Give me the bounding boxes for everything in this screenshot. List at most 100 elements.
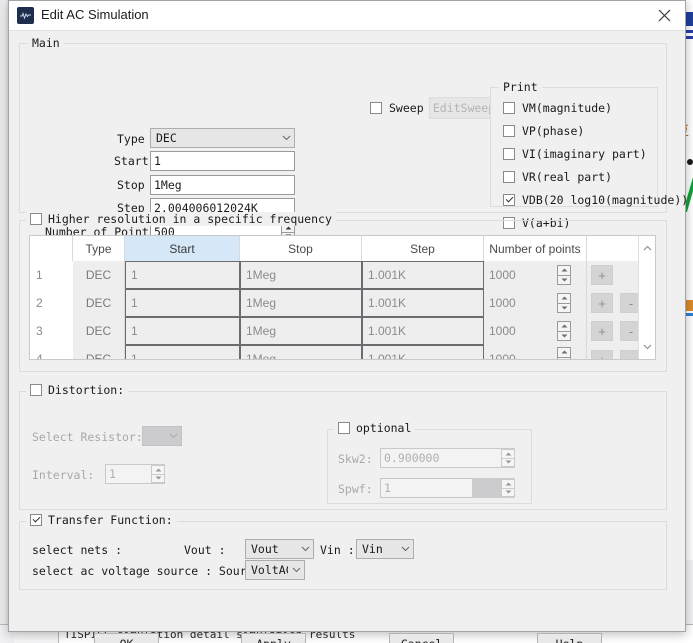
print-option-vr[interactable]: VR(real part): [503, 170, 612, 184]
print-option-vm-label: VM(magnitude): [522, 101, 613, 115]
dialog-body: Main Sweep EditSweep Type DEC Start 1 St…: [9, 31, 688, 643]
print-option-vdb-label: VDB(20 log10(magnitude)): [522, 193, 689, 207]
table-row[interactable]: 3 DEC 1 1Meg 1.001K 1000 + -: [30, 317, 655, 345]
row-start-input[interactable]: 1: [125, 345, 240, 359]
row-add-button[interactable]: +: [591, 321, 613, 341]
row-stop-input[interactable]: 1Meg: [240, 345, 362, 359]
stepper-down-icon: [151, 474, 165, 483]
optional-checkbox[interactable]: optional: [334, 421, 416, 435]
row-add-button[interactable]: +: [591, 265, 613, 285]
optional-checkbox-box[interactable]: [338, 422, 350, 434]
type-combo-value: DEC: [156, 131, 177, 145]
stepper-down-icon[interactable]: [557, 331, 571, 341]
close-icon[interactable]: [643, 1, 685, 30]
scroll-up-icon[interactable]: [639, 240, 655, 256]
row-points-input[interactable]: 1000: [484, 289, 587, 317]
table-row[interactable]: 4 DEC 1 1Meg 1.001K 1000 + -: [30, 345, 655, 359]
higher-resolution-group: Higher resolution in a specific frequenc…: [19, 212, 667, 372]
print-option-vp[interactable]: VP(phase): [503, 124, 584, 138]
help-button[interactable]: Help: [537, 633, 602, 643]
table-header-step[interactable]: Step: [362, 236, 484, 261]
vout-combo[interactable]: Vout: [245, 539, 314, 559]
print-option-vm-box[interactable]: [503, 102, 515, 114]
transfer-function-checkbox[interactable]: Transfer Function:: [26, 513, 177, 527]
row-start-input[interactable]: 1: [125, 317, 240, 345]
row-add-button[interactable]: +: [591, 350, 613, 359]
print-option-vp-box[interactable]: [503, 125, 515, 137]
row-start-input[interactable]: 1: [125, 261, 240, 289]
row-points-stepper[interactable]: [557, 265, 571, 285]
stepper-down-icon[interactable]: [557, 275, 571, 285]
chevron-down-icon: [278, 135, 294, 141]
cancel-button[interactable]: Cancel: [389, 633, 454, 643]
ok-button[interactable]: OK: [94, 633, 159, 643]
print-option-vm[interactable]: VM(magnitude): [503, 101, 612, 115]
stepper-up-icon[interactable]: [557, 293, 571, 304]
chevron-down-icon: [397, 546, 413, 552]
row-step-input[interactable]: 1.001K: [362, 317, 484, 345]
table-row[interactable]: 2 DEC 1 1Meg 1.001K 1000 + -: [30, 289, 655, 317]
transfer-function-label: Transfer Function:: [48, 513, 173, 527]
stepper-up-icon[interactable]: [557, 265, 571, 276]
print-option-vi-box[interactable]: [503, 148, 515, 160]
stepper-down-icon: [501, 458, 515, 467]
scroll-down-icon[interactable]: [639, 339, 655, 355]
stop-input[interactable]: 1Meg: [150, 175, 295, 195]
row-type[interactable]: DEC: [73, 317, 125, 345]
transfer-function-checkbox-box[interactable]: [30, 514, 42, 526]
select-resistor-combo: [142, 426, 182, 446]
table-header-type[interactable]: Type: [73, 236, 125, 261]
print-option-vi[interactable]: VI(imaginary part): [503, 147, 647, 161]
skw2-label: Skw2:: [338, 452, 373, 466]
stepper-down-icon: [501, 488, 515, 497]
stepper-up-icon[interactable]: [557, 321, 571, 332]
table-header-start[interactable]: Start: [125, 236, 240, 261]
row-points-stepper[interactable]: [557, 293, 571, 313]
row-stop-input[interactable]: 1Meg: [240, 261, 362, 289]
type-combo[interactable]: DEC: [150, 128, 295, 148]
row-stop-input[interactable]: 1Meg: [240, 289, 362, 317]
stepper-down-icon[interactable]: [557, 357, 571, 359]
waveform-icon: [17, 7, 34, 24]
table-header-points[interactable]: Number of points: [484, 236, 587, 261]
edit-ac-simulation-dialog: Edit AC Simulation Main Sweep EditSweep: [8, 0, 688, 643]
vin-combo[interactable]: Vin: [356, 539, 414, 559]
higher-resolution-checkbox[interactable]: Higher resolution in a specific frequenc…: [26, 212, 336, 226]
distortion-label: Distortion:: [48, 383, 125, 397]
row-index: 1: [30, 261, 73, 289]
row-points-stepper[interactable]: [557, 347, 571, 359]
sweep-checkbox[interactable]: Sweep: [370, 101, 424, 115]
skw2-stepper: [501, 449, 515, 467]
stepper-up-icon[interactable]: [557, 347, 571, 358]
row-type[interactable]: DEC: [73, 289, 125, 317]
distortion-checkbox-box[interactable]: [30, 384, 42, 396]
row-type[interactable]: DEC: [73, 261, 125, 289]
table-header-stop[interactable]: Stop: [240, 236, 362, 261]
row-start-input[interactable]: 1: [125, 289, 240, 317]
row-points-input[interactable]: 1000: [484, 345, 587, 359]
source-combo[interactable]: VoltAC_1: [245, 560, 305, 580]
row-points-input[interactable]: 1000: [484, 261, 587, 289]
table-row[interactable]: 1 DEC 1 1Meg 1.001K 1000 +: [30, 261, 655, 289]
row-points-input[interactable]: 1000: [484, 317, 587, 345]
distortion-checkbox[interactable]: Distortion:: [26, 383, 129, 397]
row-step-input[interactable]: 1.001K: [362, 289, 484, 317]
row-points-stepper[interactable]: [557, 321, 571, 341]
sweep-checkbox-box[interactable]: [370, 102, 382, 114]
stepper-down-icon[interactable]: [557, 303, 571, 313]
row-step-input[interactable]: 1.001K: [362, 261, 484, 289]
main-group-legend: Main: [28, 36, 64, 50]
row-type[interactable]: DEC: [73, 345, 125, 359]
row-step-input[interactable]: 1.001K: [362, 345, 484, 359]
apply-button[interactable]: Apply: [241, 633, 306, 643]
higher-resolution-checkbox-box[interactable]: [30, 213, 42, 225]
print-option-vdb[interactable]: VDB(20 log10(magnitude)): [503, 193, 688, 207]
resolution-table[interactable]: Type Start Stop Step Number of points 1 …: [29, 235, 656, 360]
print-option-vdb-box[interactable]: [503, 194, 515, 206]
row-add-button[interactable]: +: [591, 293, 613, 313]
row-stop-input[interactable]: 1Meg: [240, 317, 362, 345]
start-input[interactable]: 1: [150, 151, 295, 171]
table-vertical-scrollbar[interactable]: [638, 236, 655, 359]
higher-resolution-label: Higher resolution in a specific frequenc…: [48, 212, 332, 226]
print-option-vr-box[interactable]: [503, 171, 515, 183]
